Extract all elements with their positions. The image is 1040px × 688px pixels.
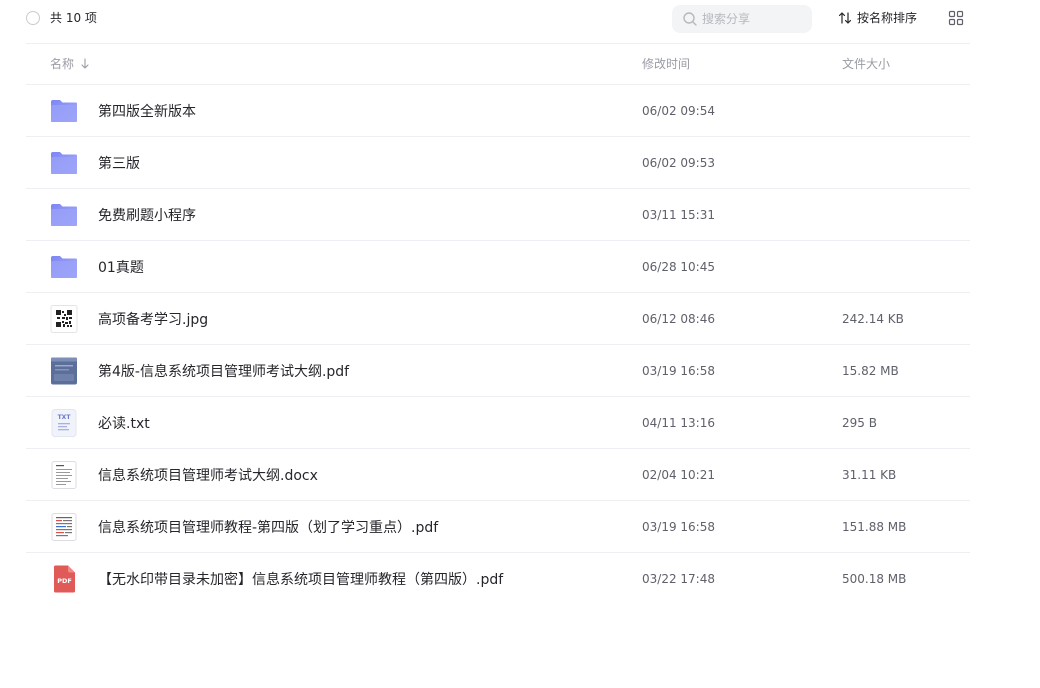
search-box[interactable] [672, 5, 812, 33]
list-header: 名称 修改时间 文件大小 [26, 44, 970, 85]
file-name: 第四版全新版本 [98, 104, 196, 120]
file-name: 【无水印带目录未加密】信息系统项目管理师教程（第四版）.pdf [98, 572, 504, 588]
file-name: 必读.txt [98, 416, 150, 432]
file-modified-time: 04/11 13:16 [642, 416, 715, 430]
size-column-header[interactable]: 文件大小 [842, 57, 890, 71]
file-list: 第四版全新版本 06/02 09:54 第三版 06/02 09:53 免费刷题… [26, 85, 970, 605]
folder-icon [51, 204, 77, 226]
search-icon [683, 12, 697, 26]
name-header-label: 名称 [50, 57, 75, 71]
folder-icon [51, 100, 77, 122]
file-row[interactable]: 第4版-信息系统项目管理师考试大纲.pdf 03/19 16:58 15.82 … [26, 345, 970, 397]
file-size: 500.18 MB [842, 572, 907, 586]
file-row[interactable]: 01真题 06/28 10:45 [26, 241, 970, 293]
file-name: 信息系统项目管理师教程-第四版（划了学习重点）.pdf [98, 520, 439, 536]
file-share-list: 共 10 项 按名称排序 名称 [0, 0, 1040, 688]
svg-text:TXT: TXT [58, 414, 72, 421]
pdf-page-thumbnail-icon [51, 513, 77, 541]
folder-icon [51, 152, 77, 174]
file-modified-time: 03/11 15:31 [642, 208, 715, 222]
file-name: 第4版-信息系统项目管理师考试大纲.pdf [98, 364, 350, 380]
qr-image-thumbnail-icon [50, 305, 78, 333]
file-name: 信息系统项目管理师考试大纲.docx [98, 468, 318, 484]
file-name: 01真题 [98, 260, 144, 276]
pdf-file-icon: PDF [54, 565, 75, 593]
file-name: 免费刷题小程序 [98, 208, 196, 224]
sort-label: 按名称排序 [857, 11, 918, 25]
file-modified-time: 06/02 09:53 [642, 156, 715, 170]
file-size: 31.11 KB [842, 468, 897, 482]
toolbar: 共 10 项 按名称排序 [26, 0, 970, 44]
file-size: 295 B [842, 416, 877, 430]
folder-icon [51, 256, 77, 278]
docx-thumbnail-icon [51, 461, 77, 489]
file-modified-time: 06/28 10:45 [642, 260, 715, 274]
pdf-cover-thumbnail-icon [51, 357, 77, 385]
file-modified-time: 06/02 09:54 [642, 104, 715, 118]
file-row[interactable]: 免费刷题小程序 03/11 15:31 [26, 189, 970, 241]
file-name: 第三版 [98, 156, 140, 172]
file-modified-time: 02/04 10:21 [642, 468, 715, 482]
file-modified-time: 03/22 17:48 [642, 572, 715, 586]
search-input[interactable] [702, 5, 806, 33]
file-size: 242.14 KB [842, 312, 904, 326]
file-row[interactable]: PDF 【无水印带目录未加密】信息系统项目管理师教程（第四版）.pdf 03/2… [26, 553, 970, 605]
file-row[interactable]: 第三版 06/02 09:53 [26, 137, 970, 189]
select-all-checkbox[interactable] [26, 11, 40, 25]
file-row[interactable]: 高项备考学习.jpg 06/12 08:46 242.14 KB [26, 293, 970, 345]
grid-view-icon[interactable] [948, 10, 964, 26]
file-row[interactable]: TXT 必读.txt 04/11 13:16 295 B [26, 397, 970, 449]
sort-by-name-button[interactable]: 按名称排序 [838, 9, 917, 27]
total-count-label: 共 10 项 [50, 11, 97, 25]
name-column-header[interactable]: 名称 [50, 57, 90, 71]
file-modified-time: 06/12 08:46 [642, 312, 715, 326]
txt-file-icon: TXT [51, 409, 77, 437]
file-row[interactable]: 第四版全新版本 06/02 09:54 [26, 85, 970, 137]
file-row[interactable]: 信息系统项目管理师教程-第四版（划了学习重点）.pdf 03/19 16:58 … [26, 501, 970, 553]
modified-column-header[interactable]: 修改时间 [642, 57, 690, 71]
file-size: 15.82 MB [842, 364, 899, 378]
file-modified-time: 03/19 16:58 [642, 364, 715, 378]
file-modified-time: 03/19 16:58 [642, 520, 715, 534]
file-row[interactable]: 信息系统项目管理师考试大纲.docx 02/04 10:21 31.11 KB [26, 449, 970, 501]
sort-down-arrow-icon [81, 58, 89, 69]
file-name: 高项备考学习.jpg [98, 312, 209, 328]
sort-arrows-icon [838, 12, 852, 24]
svg-text:PDF: PDF [57, 577, 72, 585]
file-size: 151.88 MB [842, 520, 907, 534]
